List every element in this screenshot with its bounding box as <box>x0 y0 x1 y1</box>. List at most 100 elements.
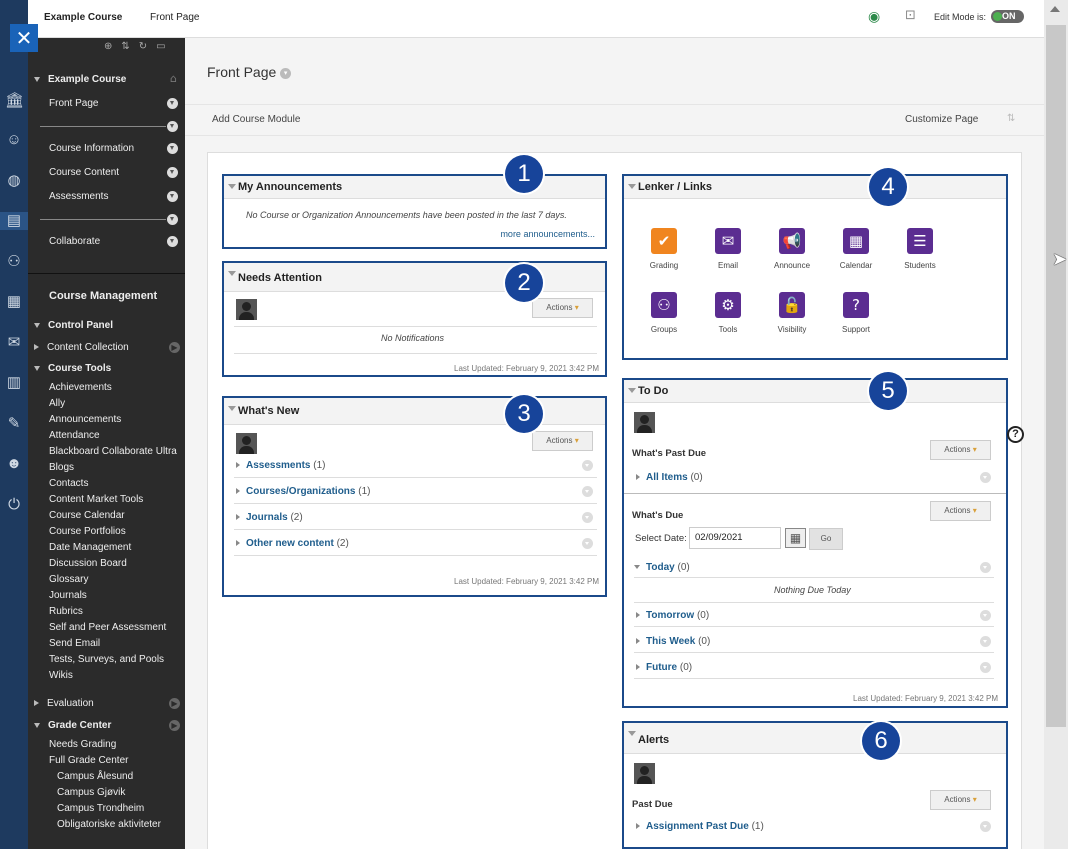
messages-icon[interactable]: ✉ <box>5 334 23 352</box>
whats-new-row[interactable]: Assessments (1) <box>236 460 326 471</box>
menu-item-assessments[interactable]: Assessments <box>49 191 108 202</box>
module-header[interactable]: Needs Attention <box>224 263 605 292</box>
module-header[interactable]: To Do <box>624 380 1006 403</box>
unlock-icon[interactable]: ⊡ <box>905 8 916 23</box>
folder-icon[interactable]: ▭ <box>156 41 165 52</box>
arrow-right-icon[interactable]: ▶ <box>169 720 180 731</box>
course-tool-item[interactable]: Attendance <box>49 430 100 441</box>
arrow-right-icon[interactable]: ▶ <box>169 342 180 353</box>
menu-options-icon[interactable] <box>167 214 178 225</box>
whats-new-row[interactable]: Journals (2) <box>236 512 303 523</box>
go-button[interactable]: Go <box>809 528 843 550</box>
course-tool-item[interactable]: Blogs <box>49 462 74 473</box>
globe-icon[interactable]: ◍ <box>5 172 23 190</box>
assignment-past-due-row[interactable]: Assignment Past Due (1) <box>636 821 764 832</box>
course-tool-item[interactable]: Self and Peer Assessment <box>49 622 166 633</box>
evaluation-header[interactable]: Evaluation <box>34 698 94 709</box>
menu-options-icon[interactable] <box>167 121 178 132</box>
options-icon[interactable] <box>980 472 991 483</box>
grade-sub-obligatoriske[interactable]: Obligatoriske aktiviteter <box>57 819 161 830</box>
options-icon[interactable] <box>980 662 991 673</box>
add-menu-item-icon[interactable]: ⊕ <box>104 41 112 52</box>
whats-new-row[interactable]: Other new content (2) <box>236 538 349 549</box>
options-icon[interactable] <box>980 821 991 832</box>
course-tools-header[interactable]: Course Tools <box>34 363 111 374</box>
options-icon[interactable] <box>980 562 991 573</box>
grades-icon[interactable]: ▥ <box>5 374 23 392</box>
courses-icon[interactable]: ▤ <box>0 212 28 230</box>
logout-icon[interactable]: ⏻ <box>5 496 23 514</box>
link-grading[interactable]: ✔ Grading <box>634 228 694 270</box>
course-tool-item[interactable]: Course Portfolios <box>49 526 126 537</box>
link-groups[interactable]: ⚇ Groups <box>634 292 694 334</box>
module-header[interactable]: My Announcements <box>224 176 605 199</box>
actions-button[interactable]: Actions <box>532 298 593 318</box>
link-announce[interactable]: 📢 Announce <box>762 228 822 270</box>
reorder-modules-icon[interactable]: ⇅ <box>1007 113 1015 124</box>
whats-new-row[interactable]: Courses/Organizations (1) <box>236 486 370 497</box>
breadcrumb-course[interactable]: Example Course <box>44 12 122 23</box>
course-tool-item[interactable]: Rubrics <box>49 606 83 617</box>
options-icon[interactable] <box>582 486 593 497</box>
todo-row[interactable]: Tomorrow (0) <box>636 610 709 621</box>
calendar-picker-icon[interactable]: ▦ <box>785 528 806 548</box>
course-tool-item[interactable]: Announcements <box>49 414 121 425</box>
course-tool-item[interactable]: Achievements <box>49 382 112 393</box>
actions-button[interactable]: Actions <box>930 790 991 810</box>
profile-icon[interactable]: ☺ <box>5 131 23 149</box>
course-tool-item[interactable]: Course Calendar <box>49 510 125 521</box>
all-items-row[interactable]: All Items (0) <box>636 472 703 483</box>
course-tool-item[interactable]: Content Market Tools <box>49 494 143 505</box>
close-menu-button[interactable]: ✕ <box>10 24 38 52</box>
help-icon[interactable]: ? <box>1007 426 1024 443</box>
account-icon[interactable]: ☻ <box>5 455 23 473</box>
more-announcements-link[interactable]: more announcements... <box>500 229 595 239</box>
page-options-icon[interactable]: ▾ <box>280 67 292 79</box>
actions-button[interactable]: Actions <box>532 431 593 451</box>
grade-sub-gjovik[interactable]: Campus Gjøvik <box>57 787 125 798</box>
course-tool-item[interactable]: Blackboard Collaborate Ultra <box>49 446 177 457</box>
module-header[interactable]: What's New <box>224 398 605 425</box>
menu-options-icon[interactable] <box>167 167 178 178</box>
link-visibility[interactable]: 🔓 Visibility <box>762 292 822 334</box>
customize-page-button[interactable]: Customize Page <box>905 114 978 125</box>
reorder-icon[interactable]: ⇅ <box>121 41 129 52</box>
grade-sub-alesund[interactable]: Campus Ålesund <box>57 771 133 782</box>
link-tools[interactable]: ⚙ Tools <box>698 292 758 334</box>
module-header[interactable]: Alerts <box>624 723 1006 754</box>
student-preview-icon[interactable]: ◉ <box>868 9 880 25</box>
menu-options-icon[interactable] <box>167 191 178 202</box>
link-calendar[interactable]: ▦ Calendar <box>826 228 886 270</box>
course-tool-item[interactable]: Send Email <box>49 638 100 649</box>
options-icon[interactable] <box>582 512 593 523</box>
edit-mode-toggle[interactable]: ON <box>991 10 1024 23</box>
add-course-module-button[interactable]: Add Course Module <box>212 114 300 125</box>
menu-item-collaborate[interactable]: Collaborate <box>49 236 100 247</box>
course-tool-item[interactable]: Glossary <box>49 574 88 585</box>
grade-item-needs-grading[interactable]: Needs Grading <box>49 739 116 750</box>
grade-item-full-grade-center[interactable]: Full Grade Center <box>49 755 128 766</box>
todo-row[interactable]: This Week (0) <box>636 636 710 647</box>
course-tool-item[interactable]: Tests, Surveys, and Pools <box>49 654 164 665</box>
menu-options-icon[interactable] <box>167 98 178 109</box>
menu-item-course-content[interactable]: Course Content <box>49 167 119 178</box>
course-tool-item[interactable]: Discussion Board <box>49 558 127 569</box>
institution-icon[interactable]: 🏛 <box>5 92 24 110</box>
menu-options-icon[interactable] <box>167 143 178 154</box>
home-icon[interactable]: ⌂ <box>170 72 177 85</box>
options-icon[interactable] <box>980 636 991 647</box>
link-students[interactable]: ☰ Students <box>890 228 950 270</box>
todo-row[interactable]: Future (0) <box>636 662 692 673</box>
date-input[interactable]: 02/09/2021 <box>689 527 781 549</box>
course-tool-item[interactable]: Journals <box>49 590 87 601</box>
actions-button[interactable]: Actions <box>930 440 991 460</box>
menu-item-course-information[interactable]: Course Information <box>49 143 134 154</box>
tools-edit-icon[interactable]: ✎ <box>5 415 23 433</box>
link-email[interactable]: ✉ Email <box>698 228 758 270</box>
arrow-right-icon[interactable]: ▶ <box>169 698 180 709</box>
module-header[interactable]: Lenker / Links <box>624 176 1006 199</box>
menu-options-icon[interactable] <box>167 236 178 247</box>
course-tool-item[interactable]: Date Management <box>49 542 131 553</box>
course-tool-item[interactable]: Ally <box>49 398 65 409</box>
today-row[interactable]: Today (0) <box>634 562 690 573</box>
